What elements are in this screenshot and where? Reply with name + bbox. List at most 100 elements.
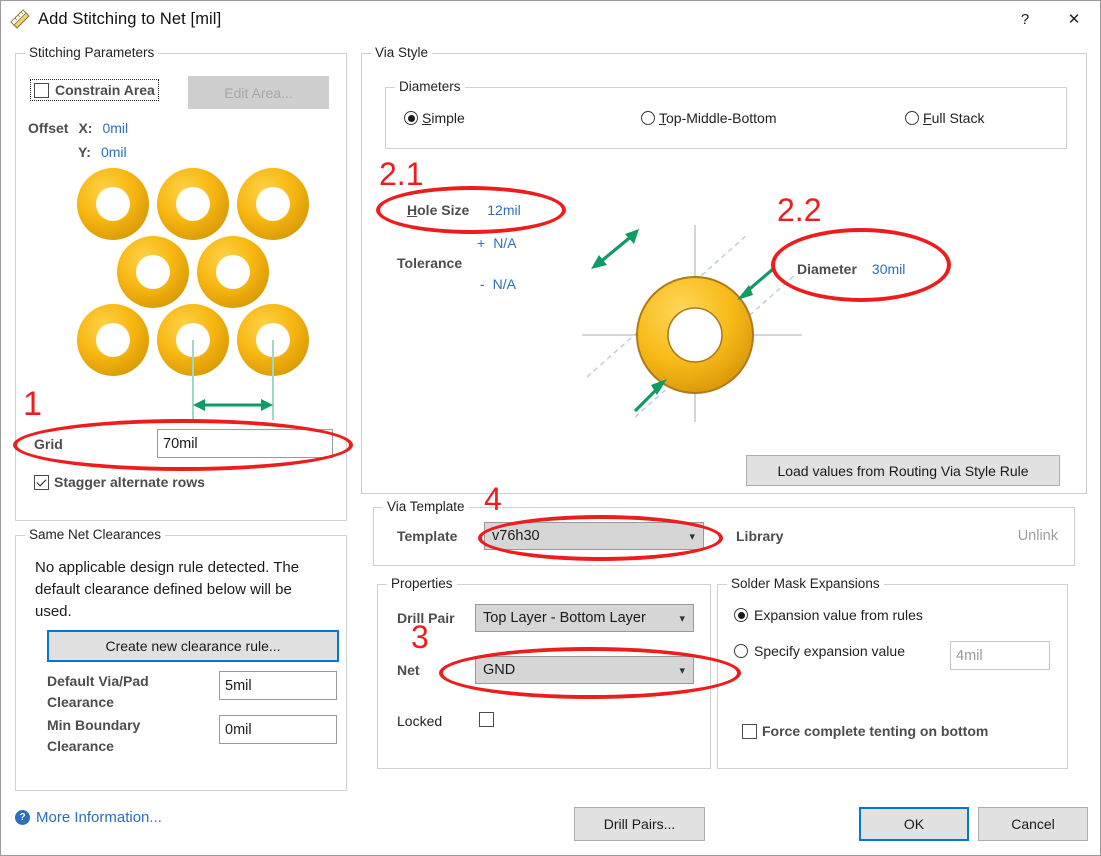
- template-combobox[interactable]: v76h30 ▾: [484, 522, 704, 550]
- via-grid-illustration: [68, 162, 328, 427]
- offset-x-value[interactable]: 0mil: [102, 120, 128, 136]
- grid-label: Grid: [34, 436, 63, 452]
- force-tenting-check-box[interactable]: [742, 723, 757, 739]
- simple-label-rest: imple: [431, 110, 465, 126]
- specify-expansion-radio-button[interactable]: [734, 644, 748, 658]
- window-title: Add Stitching to Net [mil]: [38, 9, 222, 28]
- min-boundary-clearance-label: Min Boundary Clearance: [47, 717, 141, 754]
- expansion-from-rules-label: Expansion value from rules: [754, 607, 923, 623]
- annotation-number-3: 3: [411, 619, 429, 655]
- help-circle-icon: ?: [15, 810, 30, 825]
- tolerance-minus-row: - N/A: [480, 276, 516, 292]
- clearance-message: No applicable design rule detected. The …: [35, 559, 300, 620]
- min-boundary-clearance-input[interactable]: [219, 715, 337, 744]
- solder-mask-expansions-group: Solder Mask Expansions Expansion value f…: [717, 576, 1068, 769]
- via-diagram-illustration: [577, 217, 807, 427]
- tolerance-plus-value[interactable]: N/A: [493, 235, 516, 251]
- drill-pairs-button[interactable]: Drill Pairs...: [574, 807, 705, 841]
- specify-expansion-input[interactable]: [950, 641, 1050, 670]
- top-middle-bottom-label: Top-Middle-Bottom: [659, 110, 777, 126]
- stagger-alternate-rows-checkbox[interactable]: Stagger alternate rows: [34, 474, 205, 490]
- full-stack-label: Full Stack: [923, 110, 985, 126]
- chevron-down-icon[interactable]: ▾: [679, 612, 685, 625]
- constrain-area-checkbox[interactable]: Constrain Area: [30, 79, 159, 101]
- create-new-clearance-rule-button[interactable]: Create new clearance rule...: [47, 630, 339, 662]
- grid-input[interactable]: [157, 429, 333, 458]
- hole-size-label: Hole Size: [407, 202, 470, 218]
- stagger-check-box[interactable]: [34, 474, 49, 490]
- via-style-group: Via Style Diameters Simple Top-Middle-Bo…: [361, 45, 1087, 494]
- tolerance-label: Tolerance: [397, 255, 463, 271]
- drill-pair-combobox[interactable]: Top Layer - Bottom Layer ▾: [475, 604, 694, 632]
- specify-expansion-label: Specify expansion value: [754, 643, 905, 659]
- locked-check-box[interactable]: [479, 712, 494, 727]
- offset-y-value[interactable]: 0mil: [101, 144, 127, 160]
- hole-size-value[interactable]: 12mil: [487, 202, 520, 218]
- diameter-label: Diameter: [797, 261, 857, 277]
- locked-label: Locked: [397, 713, 443, 729]
- via-template-group: Via Template Template v76h30 ▾ Library U…: [373, 499, 1075, 566]
- diameters-legend: Diameters: [395, 79, 465, 94]
- cancel-button[interactable]: Cancel: [978, 807, 1088, 841]
- radio-top-middle-bottom[interactable]: Top-Middle-Bottom: [641, 110, 777, 126]
- annotation-number-1: 1: [23, 385, 42, 423]
- via-template-legend: Via Template: [383, 499, 469, 514]
- diameter-row: Diameter 30mil: [797, 261, 905, 277]
- default-via-pad-clearance-label: Default Via/Pad Clearance: [47, 673, 149, 710]
- annotation-number-4: 4: [484, 481, 502, 517]
- stitching-parameters-group: Stitching Parameters Constrain Area Edit…: [15, 45, 347, 521]
- properties-legend: Properties: [387, 576, 457, 591]
- same-net-clearances-group: Same Net Clearances No applicable design…: [15, 527, 347, 791]
- annotation-number-2-2: 2.2: [777, 192, 822, 228]
- simple-radio-button[interactable]: [404, 111, 418, 125]
- default-via-pad-clearance-input[interactable]: [219, 671, 337, 700]
- offset-y-row: Y: 0mil: [78, 144, 127, 160]
- tolerance-plus-sign: +: [477, 235, 486, 251]
- properties-group: Properties Drill Pair Top Layer - Bottom…: [377, 576, 711, 769]
- close-icon[interactable]: ✕: [1048, 1, 1100, 37]
- tolerance-plus-row: + N/A: [477, 235, 517, 251]
- more-information-label: More Information...: [36, 809, 162, 826]
- constrain-area-check-box[interactable]: [34, 82, 49, 98]
- force-tenting-label: Force complete tenting on bottom: [762, 723, 989, 739]
- offset-x-row: Offset X: 0mil: [28, 120, 128, 136]
- full-stack-radio-button[interactable]: [905, 111, 919, 125]
- offset-label: Offset: [28, 120, 69, 136]
- force-tenting-checkbox[interactable]: Force complete tenting on bottom: [742, 723, 988, 739]
- net-label: Net: [397, 662, 420, 678]
- top-middle-bottom-radio-button[interactable]: [641, 111, 655, 125]
- load-values-from-routing-via-style-rule-button[interactable]: Load values from Routing Via Style Rule: [746, 455, 1060, 486]
- template-value: v76h30: [492, 528, 540, 544]
- unlink-link[interactable]: Unlink: [1018, 528, 1058, 544]
- chevron-down-icon[interactable]: ▾: [679, 664, 685, 677]
- drill-pair-value: Top Layer - Bottom Layer: [483, 610, 646, 626]
- diameter-value[interactable]: 30mil: [872, 261, 905, 277]
- edit-area-button[interactable]: Edit Area...: [188, 76, 329, 109]
- ruler-triangle-icon: [9, 8, 31, 30]
- help-button[interactable]: ?: [1002, 1, 1048, 37]
- template-label: Template: [397, 528, 458, 544]
- constrain-area-label: Constrain Area: [55, 82, 155, 98]
- net-value: GND: [483, 662, 516, 678]
- expansion-from-rules-radio-button[interactable]: [734, 608, 748, 622]
- window-controls: ? ✕: [1002, 1, 1100, 37]
- same-net-clearances-legend: Same Net Clearances: [25, 527, 166, 542]
- ok-button[interactable]: OK: [859, 807, 969, 841]
- tolerance-minus-value[interactable]: N/A: [493, 276, 516, 292]
- more-information-link[interactable]: ? More Information...: [15, 809, 162, 826]
- radio-expansion-from-rules[interactable]: Expansion value from rules: [734, 607, 923, 623]
- library-label: Library: [736, 528, 784, 544]
- annotation-number-2-1: 2.1: [379, 156, 424, 192]
- via-style-legend: Via Style: [371, 45, 433, 60]
- stagger-label: Stagger alternate rows: [54, 474, 205, 490]
- hole-size-row: Hole Size 12mil: [407, 202, 521, 218]
- radio-full-stack[interactable]: Full Stack: [905, 110, 984, 126]
- offset-x-label: X:: [78, 120, 93, 136]
- net-combobox[interactable]: GND ▾: [475, 656, 694, 684]
- tolerance-minus-sign: -: [480, 276, 485, 292]
- offset-y-label: Y:: [78, 144, 91, 160]
- simple-label: Simple: [422, 110, 465, 126]
- chevron-down-icon[interactable]: ▾: [689, 530, 695, 543]
- radio-specify-expansion-value[interactable]: Specify expansion value: [734, 643, 905, 659]
- radio-simple[interactable]: Simple: [404, 110, 465, 126]
